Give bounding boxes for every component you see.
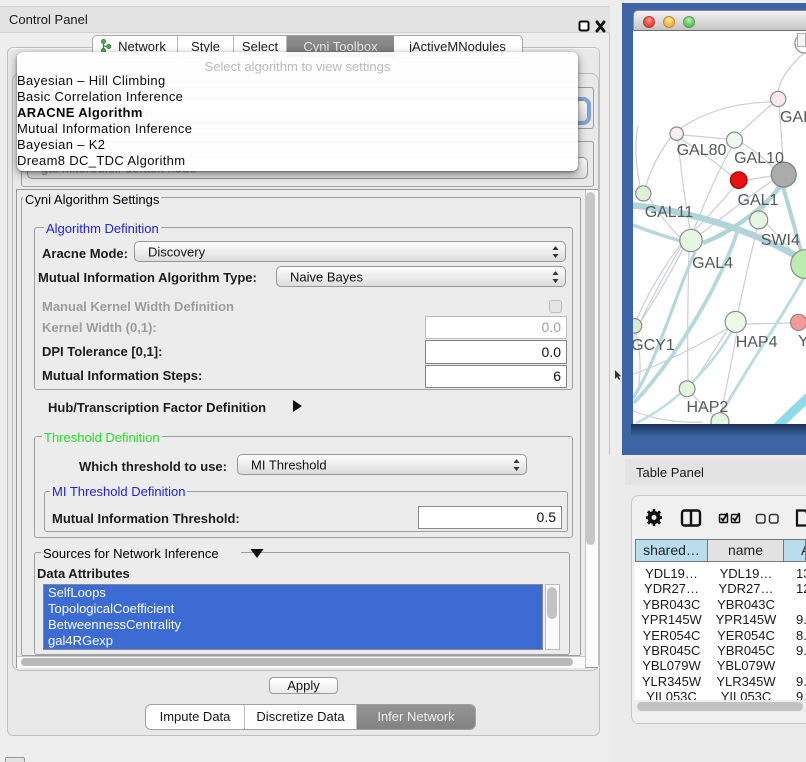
svg-text:HAP4: HAP4 bbox=[736, 334, 778, 351]
svg-text:GAL4: GAL4 bbox=[692, 255, 733, 272]
svg-text:GCY1: GCY1 bbox=[633, 337, 675, 354]
svg-text:GAL11: GAL11 bbox=[645, 204, 694, 221]
svg-text:GAL10: GAL10 bbox=[734, 150, 784, 167]
svg-text:SWI4: SWI4 bbox=[761, 232, 800, 249]
svg-text:GAL80: GAL80 bbox=[677, 142, 727, 159]
svg-text:GAL1: GAL1 bbox=[738, 192, 779, 209]
svg-text:HAP2: HAP2 bbox=[687, 399, 729, 416]
svg-text:GAL7: GAL7 bbox=[780, 109, 806, 126]
svg-text:Y: Y bbox=[798, 333, 806, 350]
